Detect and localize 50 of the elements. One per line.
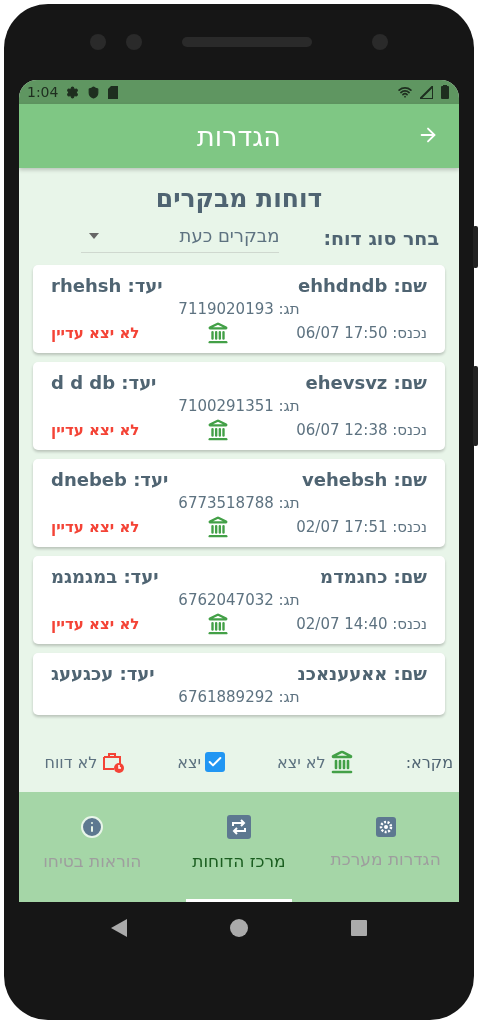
exit-status: לא יצא עדיין	[51, 518, 140, 536]
visitor-tag: תג: 7119020193	[178, 300, 300, 318]
visitor-tag: תג: 7100291351	[178, 397, 300, 415]
visitor-card[interactable]: שם: אאעענאכנ יעד: עכגעעג תג: 6761889292	[33, 653, 445, 715]
visitor-destination: יעד: dnebeb	[51, 469, 169, 490]
report-type-dropdown[interactable]: מבקרים כעת	[81, 223, 280, 253]
legend-title: מקרא:	[405, 752, 453, 772]
back-nav-icon[interactable]	[110, 919, 127, 937]
visitor-name: שם: אאעענאכנ	[297, 663, 427, 684]
bank-icon	[329, 750, 354, 774]
sd-card-icon	[108, 85, 119, 99]
bank-icon	[206, 613, 229, 635]
exit-status: לא יצא עדיין	[51, 615, 140, 633]
nav-tab[interactable]: מרכז הדוחות	[165, 792, 313, 902]
exit-status: לא יצא עדיין	[51, 421, 140, 439]
visitor-destination: יעד: rhehsh	[51, 275, 163, 296]
settings-icon	[66, 85, 80, 99]
visitor-name: שם: ehhdndb	[298, 275, 427, 296]
app-bar-title: הגדרות	[197, 120, 281, 152]
briefcase-clock-icon	[101, 750, 126, 774]
visitor-name: שם: ehevsvz	[305, 372, 427, 393]
exit-status: לא יצא עדיין	[51, 324, 140, 342]
home-nav-icon[interactable]	[230, 919, 248, 937]
checkbox-icon	[205, 752, 225, 772]
status-time: 1:04	[27, 84, 59, 100]
visitor-name: שם: vehebsh	[301, 469, 427, 490]
caret-icon	[89, 232, 100, 239]
legend-label: לא יצא	[277, 752, 326, 772]
battery-icon	[441, 85, 449, 99]
visitor-tag: תג: 6773518788	[178, 494, 300, 512]
page-heading: דוחות מבקרים	[154, 184, 324, 213]
bank-icon	[206, 419, 229, 441]
legend-label: לא דווח	[44, 752, 98, 772]
visitor-tag: תג: 6761889292	[178, 688, 300, 706]
visitor-destination: יעד: עכגעעג	[51, 663, 155, 684]
swap-icon	[227, 815, 251, 839]
bank-icon	[206, 516, 229, 538]
visitor-destination: יעד: במגמגמ	[51, 566, 159, 587]
visitor-name: שם: כחגמדמ	[320, 566, 427, 587]
shield-icon	[87, 85, 101, 99]
visitor-destination: יעד: d d db	[51, 372, 157, 393]
info-icon	[80, 815, 105, 839]
recents-nav-icon[interactable]	[351, 920, 368, 936]
legend-label: יצא	[177, 752, 201, 772]
visitor-tag: תג: 6762047032	[178, 591, 300, 609]
wifi-icon	[398, 85, 412, 99]
signal-icon	[420, 85, 433, 99]
bank-icon	[206, 322, 229, 344]
settings-icon	[375, 817, 396, 837]
report-type-label: בחר סוג דוח:	[323, 227, 439, 249]
